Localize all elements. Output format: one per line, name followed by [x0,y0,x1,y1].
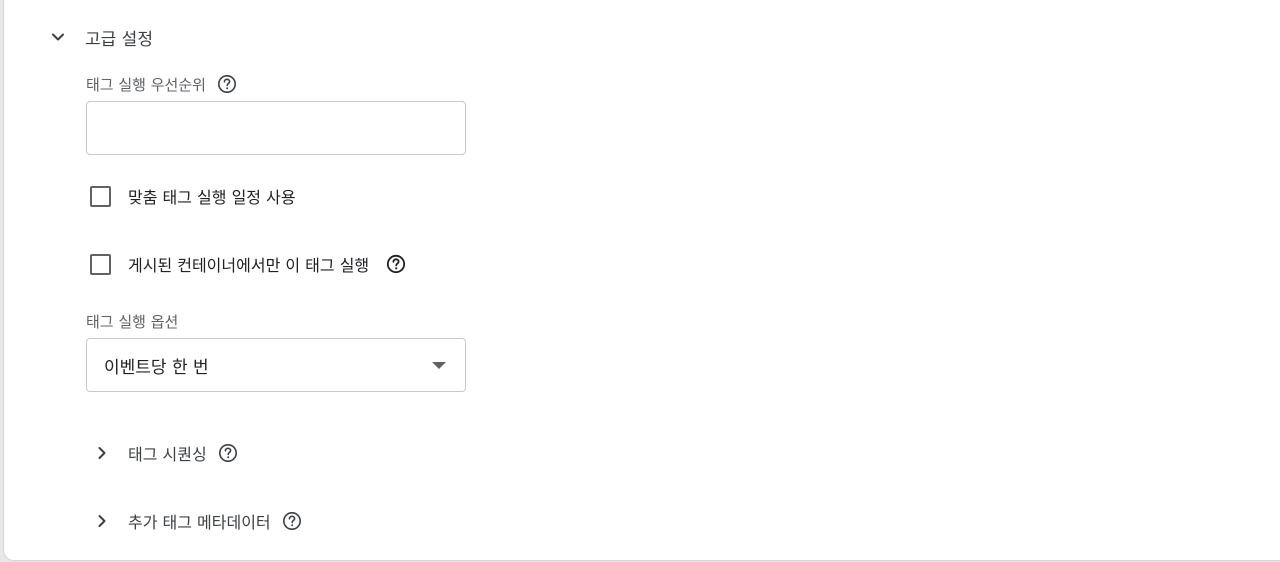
custom-schedule-label: 맞춤 태그 실행 일정 사용 [128,188,296,207]
tag-firing-options-label: 태그 실행 옵션 [86,311,178,332]
advanced-settings-card: 고급 설정 태그 실행 우선순위 맞춤 태그 실행 일정 사용 게시된 컨테이너… [4,0,1280,560]
help-circle-icon[interactable] [281,510,303,532]
additional-metadata-label: 추가 태그 메타데이터 [128,513,271,532]
advanced-settings-title: 고급 설정 [85,29,153,50]
tag-sequencing-label: 태그 시퀀싱 [128,445,207,464]
tag-firing-priority-label-text: 태그 실행 우선순위 [86,75,206,94]
chevron-right-icon [90,507,114,535]
tag-firing-options-select[interactable]: 이벤트당 한 번 [86,338,466,392]
custom-schedule-checkbox-row[interactable]: 맞춤 태그 실행 일정 사용 [90,184,296,208]
tag-firing-priority-input[interactable] [86,101,466,155]
page: 고급 설정 태그 실행 우선순위 맞춤 태그 실행 일정 사용 게시된 컨테이너… [0,0,1280,562]
tag-firing-options-value: 이벤트당 한 번 [104,357,209,378]
published-only-checkbox-row[interactable]: 게시된 컨테이너에서만 이 태그 실행 [90,252,407,276]
chevron-down-icon [44,23,72,51]
published-only-label: 게시된 컨테이너에서만 이 태그 실행 [128,256,370,275]
help-circle-icon[interactable] [216,73,238,95]
advanced-settings-toggle[interactable]: 고급 설정 [44,22,153,52]
help-circle-icon[interactable] [385,253,407,275]
chevron-right-icon [90,439,114,467]
published-only-checkbox[interactable] [90,253,111,275]
additional-metadata-toggle[interactable]: 추가 태그 메타데이터 [90,506,303,536]
tag-firing-options-label-text: 태그 실행 옵션 [86,313,179,331]
caret-down-icon [432,361,446,369]
custom-schedule-checkbox[interactable] [90,185,111,207]
tag-sequencing-toggle[interactable]: 태그 시퀀싱 [90,438,239,468]
tag-firing-priority-label: 태그 실행 우선순위 [86,73,238,95]
help-circle-icon[interactable] [217,442,239,464]
